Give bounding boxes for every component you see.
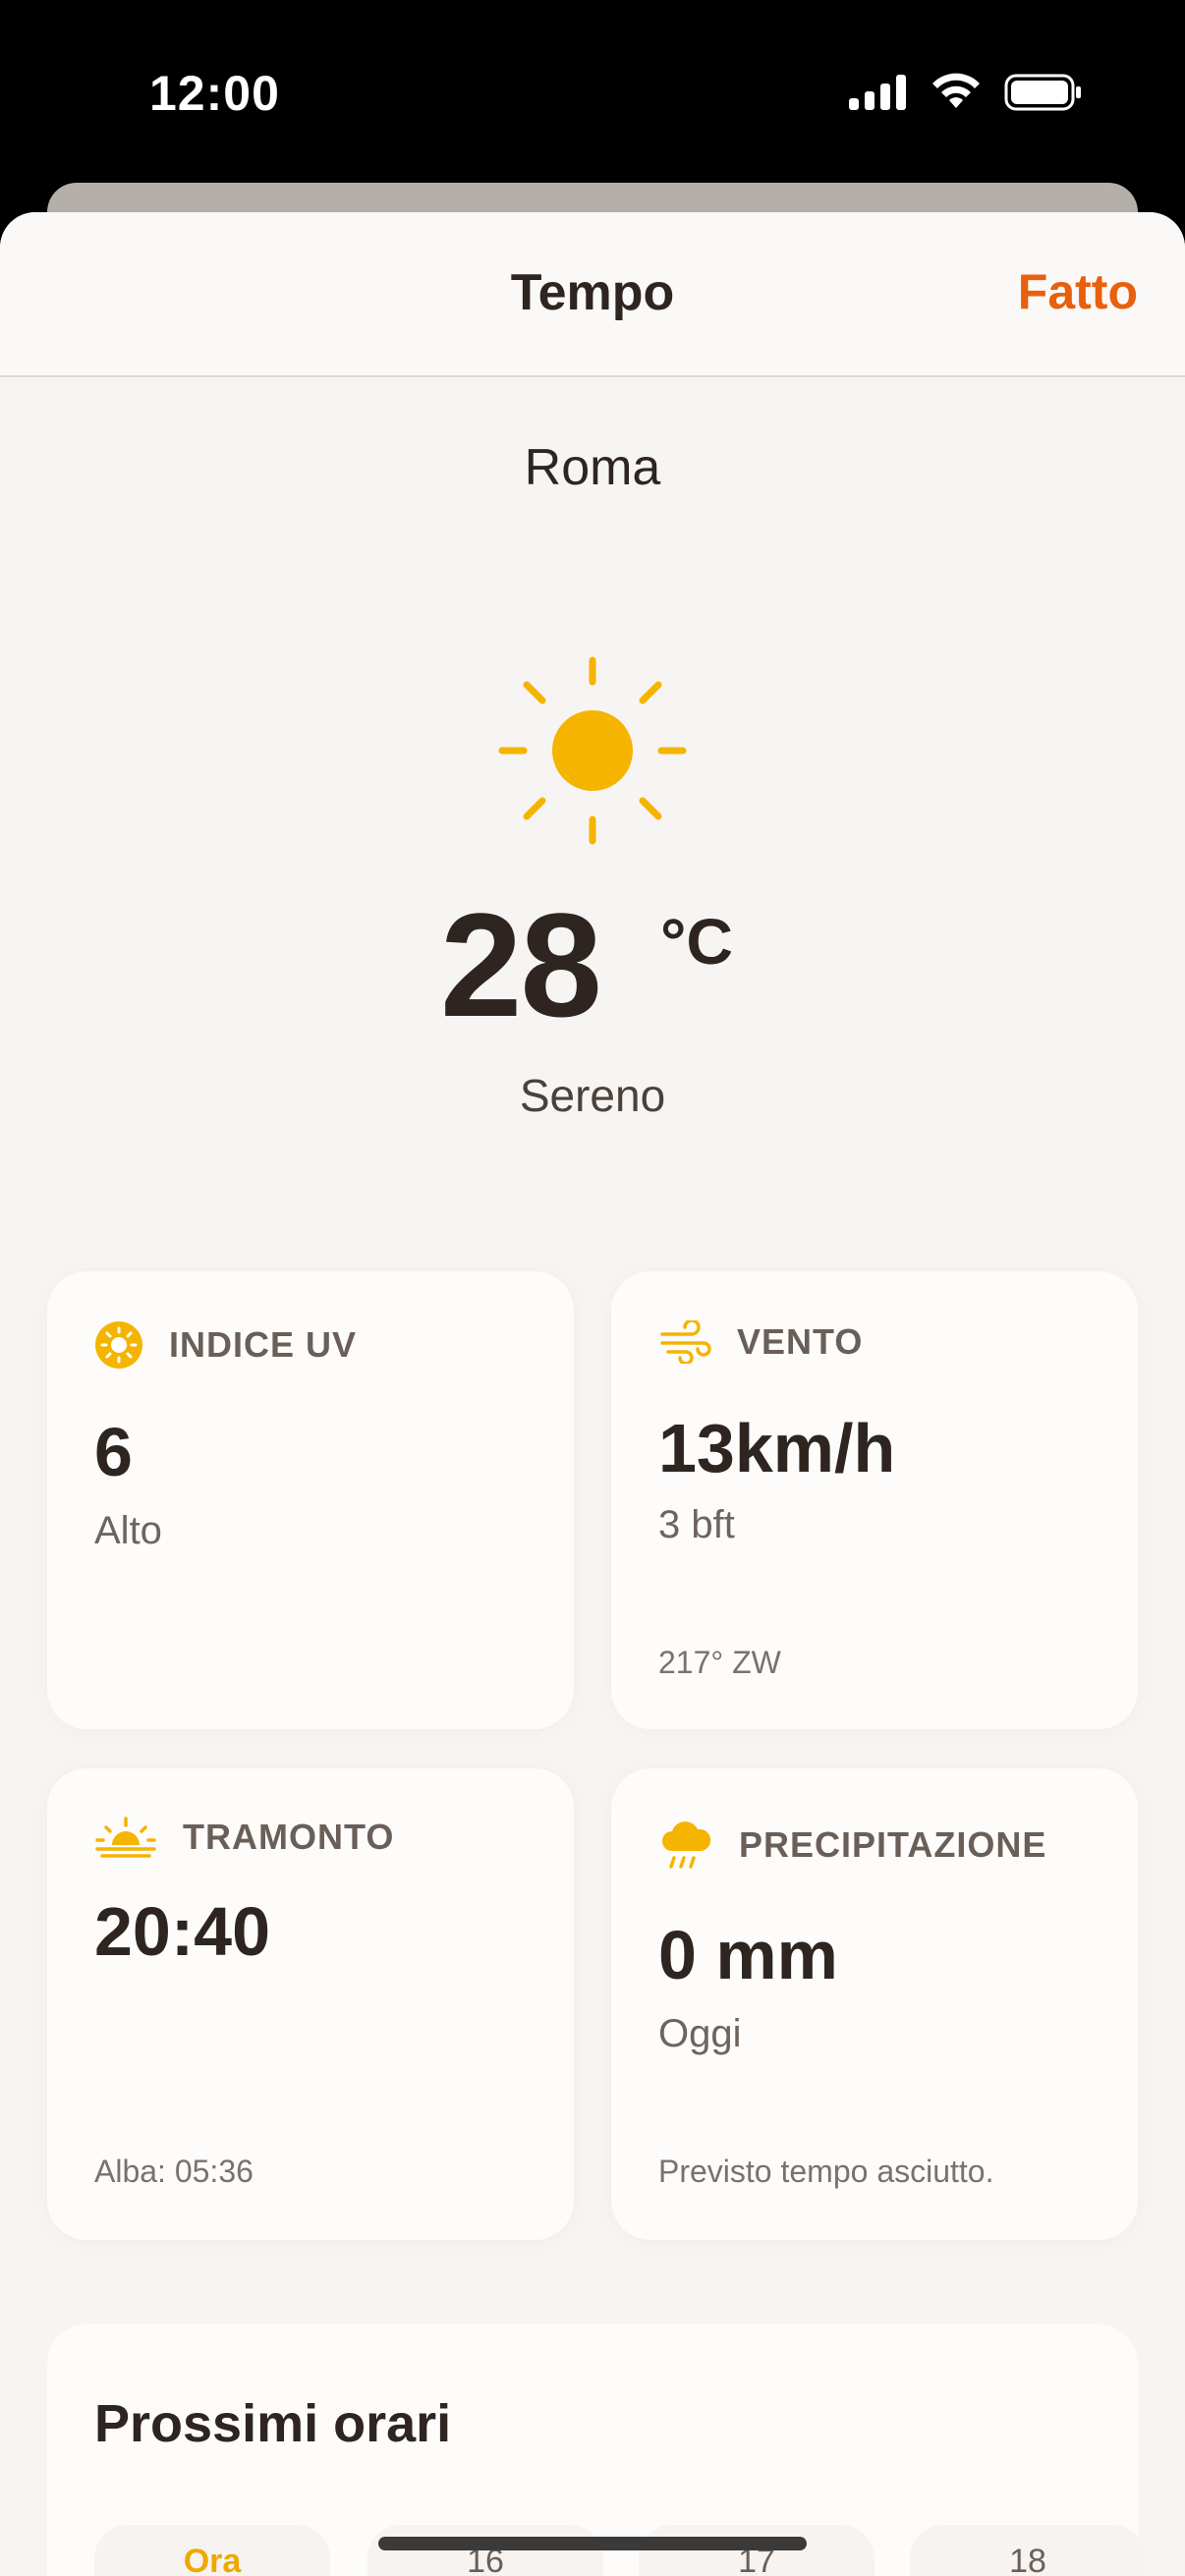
sunset-card[interactable]: TRAMONTO 20:40 Alba: 05:36 <box>47 1768 574 2240</box>
precipitation-period: Oggi <box>658 2012 742 2055</box>
status-bar: 12:00 <box>0 0 1185 187</box>
wind-beaufort: 3 bft <box>658 1503 735 1546</box>
precipitation-forecast-note: Previsto tempo asciutto. <box>658 2154 994 2189</box>
home-indicator[interactable] <box>378 2537 807 2550</box>
weather-sheet: Tempo Fatto Roma 28 °C Sereno INDICE UV … <box>0 212 1185 2576</box>
rain-cloud-icon <box>662 1821 711 1869</box>
hour-item-now[interactable]: Ora <box>94 2525 330 2576</box>
precipitation-card-label: PRECIPITAZIONE <box>739 1824 1047 1865</box>
sunset-icon <box>95 1817 156 1858</box>
precipitation-card[interactable]: PRECIPITAZIONE 0 mm Oggi Previsto tempo … <box>611 1768 1138 2240</box>
battery-icon <box>1004 74 1081 111</box>
wind-card-label: VENTO <box>737 1321 864 1362</box>
uv-card-label: INDICE UV <box>169 1324 358 1365</box>
uv-card-header: INDICE UV <box>94 1320 357 1370</box>
uv-index-value: 6 <box>94 1414 133 1490</box>
uv-index-level: Alto <box>94 1509 162 1552</box>
wind-speed-value: 13km/h <box>658 1410 896 1486</box>
wind-card-header: VENTO <box>658 1320 863 1364</box>
weather-condition: Sereno <box>519 1070 666 1121</box>
cellular-signal-icon <box>849 75 906 110</box>
page-title: Tempo <box>510 264 675 321</box>
wind-icon <box>660 1320 711 1364</box>
nav-bar: Tempo Fatto <box>0 212 1185 377</box>
sunset-card-label: TRAMONTO <box>183 1817 395 1857</box>
hour-item[interactable]: 17 <box>639 2525 875 2576</box>
sunrise-time: Alba: 05:36 <box>94 2154 254 2189</box>
sunset-card-header: TRAMONTO <box>94 1816 394 1859</box>
precipitation-card-header: PRECIPITAZIONE <box>658 1818 1046 1873</box>
hour-item[interactable]: 18 <box>910 2525 1146 2576</box>
status-icons <box>849 71 1083 114</box>
wind-card[interactable]: VENTO 13km/h 3 bft 217° ZW <box>611 1271 1138 1729</box>
uv-index-card[interactable]: INDICE UV 6 Alto <box>47 1271 574 1729</box>
status-time: 12:00 <box>149 66 280 121</box>
wind-direction: 217° ZW <box>658 1645 781 1680</box>
temperature-value: 28 <box>440 882 602 1047</box>
done-button[interactable]: Fatto <box>1018 263 1138 320</box>
city-name: Roma <box>524 439 661 496</box>
hour-item[interactable]: 16 <box>367 2525 603 2576</box>
precipitation-amount: 0 mm <box>658 1917 838 1993</box>
temperature-unit: °C <box>660 905 734 978</box>
hourly-forecast-title: Prossimi orari <box>94 2394 452 2453</box>
uv-sun-icon <box>95 1321 142 1369</box>
sunset-time: 20:40 <box>94 1893 271 1970</box>
wifi-icon <box>932 73 980 108</box>
sun-icon <box>498 656 687 845</box>
